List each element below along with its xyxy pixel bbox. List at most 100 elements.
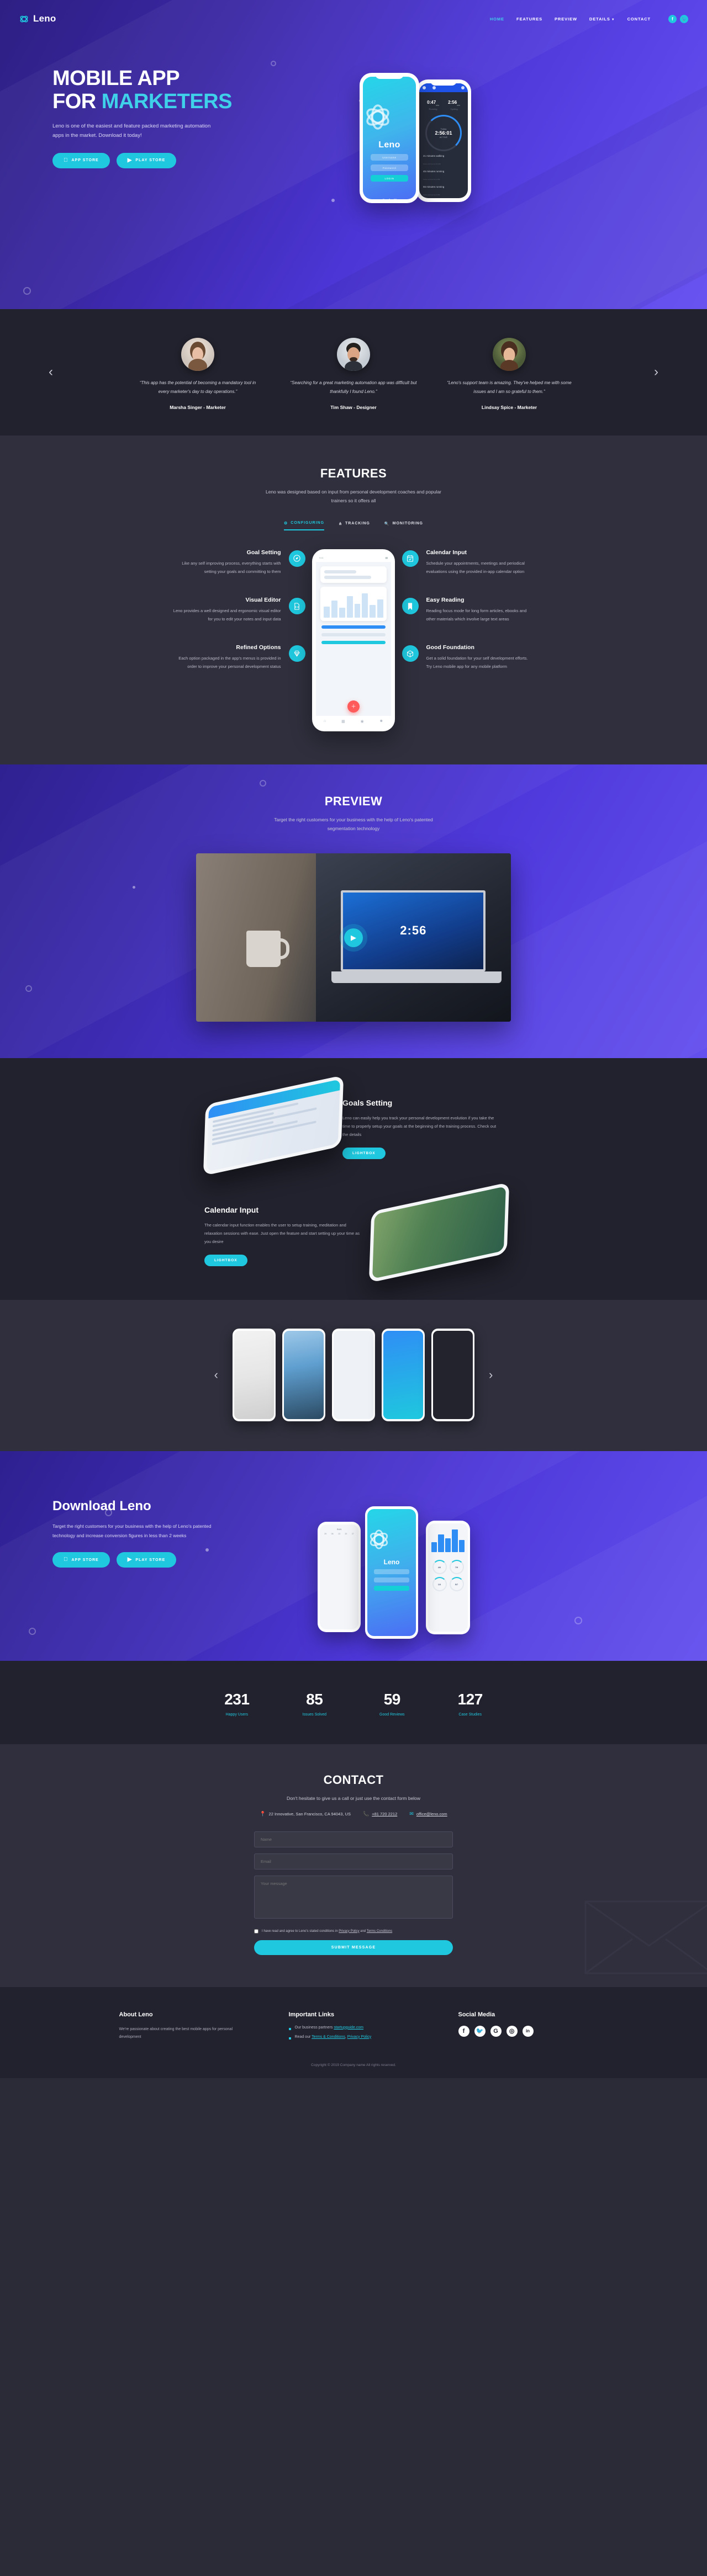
feature-visual-editor: Visual Editor Leno provides a well desig… [173, 597, 305, 623]
showcase-row-goals: Goals Setting Leno can easily help you t… [0, 1075, 707, 1176]
preview-video[interactable]: 2:56 ▶ [196, 853, 511, 1022]
center-login-button[interactable] [374, 1586, 409, 1591]
linkedin-icon[interactable]: in [522, 2025, 534, 2037]
testimonials-next-arrow[interactable]: › [654, 364, 658, 380]
carousel-prev-arrow[interactable]: ‹ [207, 1368, 226, 1382]
dial-label: ACTIVE [439, 136, 448, 139]
hero-copy: MOBILE APP FOR MARKETERS Leno is one of … [52, 56, 318, 288]
message-field[interactable] [254, 1875, 453, 1919]
name-field[interactable] [254, 1831, 453, 1847]
home-icon[interactable]: ⌂ [324, 719, 326, 723]
nav-item-home[interactable]: HOME [490, 17, 504, 22]
submit-message-button[interactable]: SUBMIT MESSAGE [254, 1940, 453, 1955]
terms-link[interactable]: Terms & Conditions [312, 2035, 345, 2039]
testimonial-quote: Searching for a great marketing automati… [292, 380, 417, 395]
footer-social-icons: f 🐦 G ◎ in [458, 2025, 588, 2037]
brand-logo[interactable]: Leno [19, 13, 56, 24]
tab-monitoring[interactable]: 🔍 MONITORING [384, 521, 423, 530]
email-field[interactable] [254, 1853, 453, 1869]
lightbox-button-calendar[interactable]: LIGHTBOX [204, 1255, 247, 1267]
privacy-policy-link[interactable]: Privacy Policy [339, 1930, 359, 1933]
startupguide-link[interactable]: startupguide.com [334, 2026, 363, 2030]
hero-phone-mockups: 0:47min Running 2:56min Cycling Today 2:… [351, 56, 533, 288]
video-laptop-base [331, 971, 502, 983]
phone-username-field[interactable]: Username [371, 154, 408, 161]
phone-bottom-nav: ⌂ ▦ ◉ ☻ [316, 715, 391, 727]
testimonials-row: This app has the potential of becoming a… [0, 338, 707, 410]
phone-password-field[interactable]: Password [371, 164, 408, 171]
carousel-slide-4[interactable] [382, 1329, 425, 1422]
contact-phone-link[interactable]: +81 720 2212 [372, 1812, 397, 1817]
app-store-button[interactable]:  APP STORE [52, 152, 110, 168]
phone-login-button[interactable]: LOGIN [371, 175, 408, 182]
download-section: Download Leno Target the right customers… [0, 1451, 707, 1661]
twitter-icon[interactable]: 🐦 [474, 2025, 486, 2037]
list-item: 21 minutes walking Some sub text at 11 AM [423, 155, 464, 167]
carousel-slide-3[interactable] [332, 1329, 375, 1422]
stat2-label: Cycling [450, 108, 458, 111]
apple-icon:  [64, 1557, 68, 1563]
hero-title-line2: FOR [52, 89, 102, 113]
chart-icon[interactable]: ▦ [341, 719, 345, 724]
gauge: 1/3 [432, 1577, 447, 1592]
facebook-icon[interactable]: f [668, 14, 677, 23]
features-grid: Goal Setting Like any self improving pro… [0, 549, 707, 731]
google-plus-icon[interactable]: G [490, 2025, 502, 2037]
center-username-field[interactable] [374, 1569, 409, 1575]
center-password-field[interactable] [374, 1578, 409, 1583]
stat1-unit: min [436, 104, 439, 107]
nav-item-features[interactable]: FEATURES [516, 17, 542, 22]
testimonial-author: Tim Shaw - Designer [330, 404, 377, 410]
app-activity-list: 21 minutes walking Some sub text at 11 AM… [419, 151, 468, 198]
contact-email[interactable]: ✉ office@leno.com [409, 1811, 447, 1817]
instagram-icon[interactable]: ◎ [506, 2025, 518, 2037]
link-row: Our business partners startupguide.com [295, 2026, 364, 2030]
download-app-store-button[interactable]:  APP STORE [52, 1552, 110, 1568]
download-phone-mockups: SUN 29 06 13 20 27 4/6 7/9 1/3 5/7 Leno [318, 1499, 505, 1661]
testimonials-prev-arrow[interactable]: ‹ [49, 364, 53, 380]
play-store-button[interactable]: ▶ PLAY STORE [116, 152, 177, 168]
download-play-store-button[interactable]: ▶ PLAY STORE [116, 1552, 177, 1568]
calendar-check-icon [402, 550, 419, 567]
slide-screen [383, 1331, 423, 1420]
carousel-slide-5[interactable] [431, 1329, 474, 1422]
location-icon[interactable]: ◉ [361, 719, 364, 724]
tab-tracking[interactable]: ⋔ TRACKING [339, 521, 370, 530]
phone-notch [430, 79, 457, 86]
profile-icon[interactable]: ☻ [379, 719, 383, 723]
twitter-icon[interactable]: 🐦 [680, 14, 688, 23]
video-laptop-screen: 2:56 [341, 890, 486, 971]
nav-item-preview[interactable]: PREVIEW [555, 17, 577, 22]
atom-logo-icon [20, 15, 28, 22]
facebook-icon[interactable]: f [458, 2025, 469, 2037]
contact-title: CONTACT [323, 1773, 384, 1787]
carousel-next-arrow[interactable]: › [481, 1368, 500, 1382]
phone-center-screen: Leno [367, 1509, 416, 1637]
contact-email-link[interactable]: office@leno.com [416, 1812, 447, 1817]
phone-fab-button[interactable]: ＋ [347, 700, 360, 713]
lightbox-button-goals[interactable]: LIGHTBOX [342, 1148, 386, 1160]
stat1-label: Running [429, 108, 437, 111]
hero-title: MOBILE APP FOR MARKETERS [52, 67, 318, 114]
contact-phone[interactable]: 📞 +81 720 2212 [363, 1811, 397, 1817]
tab-configuring[interactable]: ⚙ CONFIGURING [284, 521, 325, 530]
download-app-store-label: APP STORE [67, 1558, 98, 1562]
app-stats-row: 0:47min Running 2:56min Cycling [419, 92, 468, 113]
calendar-date: 06 [331, 1533, 334, 1536]
phone-app-name: Leno [378, 140, 400, 150]
showcase-row-calendar: Calendar Input The calendar input functi… [0, 1182, 707, 1283]
privacy-link[interactable]: Privacy Policy [347, 2035, 372, 2039]
feature-desc: Like any self improving process, everyth… [182, 560, 281, 574]
feature-text-block: Refined Options Each option packaged in … [173, 644, 281, 671]
play-icon: ▶ [128, 1557, 133, 1563]
carousel-slide-2[interactable] [282, 1329, 325, 1422]
features-title: FEATURES [320, 466, 387, 480]
carousel-slide-1[interactable] [233, 1329, 276, 1422]
nav-item-details[interactable]: DETAILS ▼ [589, 17, 615, 22]
play-button-icon[interactable]: ▶ [344, 928, 363, 947]
nav-item-contact[interactable]: CONTACT [627, 17, 651, 22]
feature-desc: Each option packaged in the app's menus … [178, 656, 281, 670]
terms-conditions-link[interactable]: Terms Conditions [367, 1930, 392, 1933]
consent-checkbox[interactable] [254, 1929, 258, 1934]
calendar-date: 27 [351, 1533, 354, 1536]
